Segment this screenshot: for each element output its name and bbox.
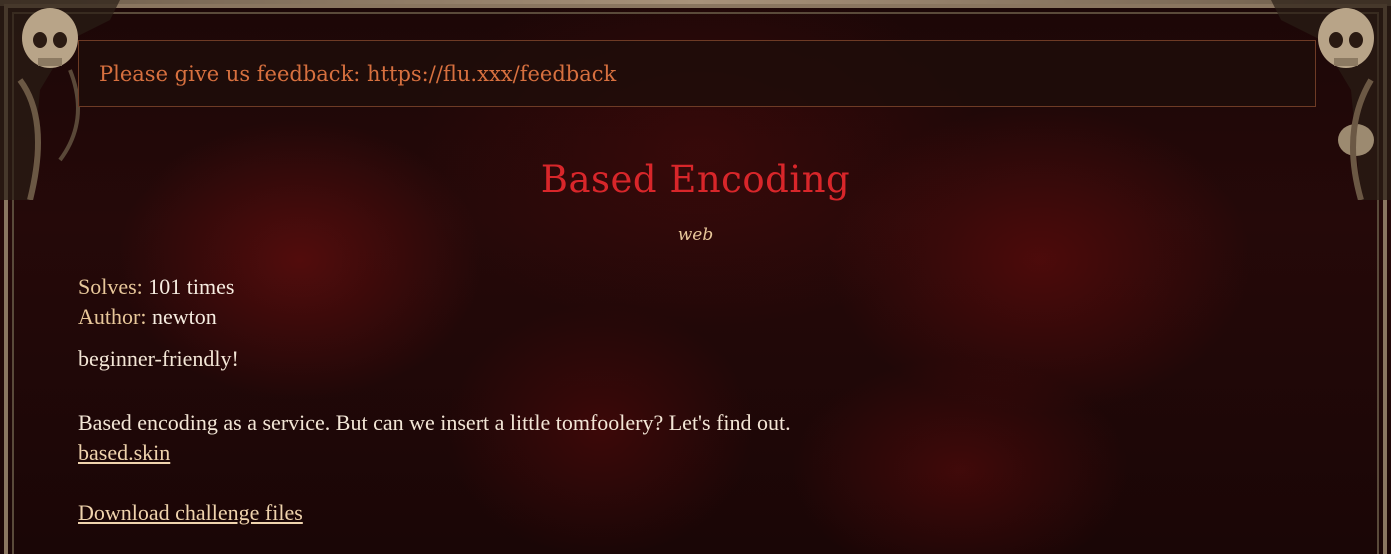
challenge-category: web: [677, 225, 714, 245]
difficulty-tag: beginner-friendly!: [78, 346, 239, 371]
solves-value: 101 times: [148, 274, 235, 299]
challenge-url-link[interactable]: based.skin: [78, 438, 170, 468]
author-value: newton: [151, 304, 217, 329]
author-label: Author:: [78, 304, 147, 329]
challenge-details: Solves: 101 times Author: newton beginne…: [78, 272, 1178, 528]
solves-row: Solves: 101 times: [78, 272, 1178, 302]
download-files-link[interactable]: Download challenge files: [78, 498, 303, 528]
feedback-banner-text: Please give us feedback: https://flu.xxx…: [99, 61, 617, 86]
challenge-title: Based Encoding: [540, 158, 851, 201]
frame-top-border: [0, 0, 1391, 6]
challenge-page: Please give us feedback: https://flu.xxx…: [0, 0, 1391, 554]
author-row: Author: newton: [78, 302, 1178, 332]
solves-label: Solves:: [78, 274, 143, 299]
feedback-banner: Please give us feedback: https://flu.xxx…: [78, 40, 1316, 107]
challenge-description: Based encoding as a service. But can we …: [78, 410, 791, 435]
